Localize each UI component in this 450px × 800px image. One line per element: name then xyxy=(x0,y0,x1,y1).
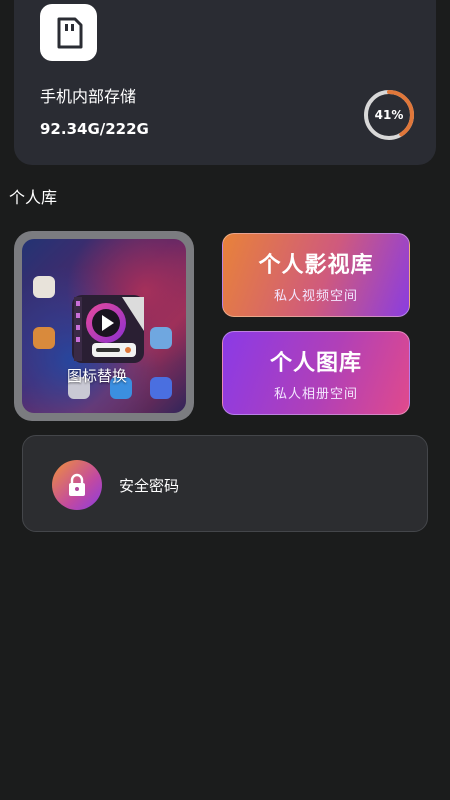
phone-wallpaper-preview: 图标替换 xyxy=(22,239,186,413)
video-library-title: 个人影视库 xyxy=(258,252,374,278)
storage-card[interactable]: 手机内部存储 92.34G/222G 41% xyxy=(14,0,436,165)
icon-replace-card[interactable]: 图标替换 xyxy=(14,231,194,421)
lock-badge xyxy=(52,460,102,510)
storage-title: 手机内部存储 xyxy=(40,87,137,106)
video-library-subtitle: 私人视频空间 xyxy=(273,288,358,304)
mini-app-icon xyxy=(150,327,172,349)
storage-percent: 41% xyxy=(374,108,404,122)
gallery-button[interactable]: 个人图库 私人相册空间 xyxy=(222,331,410,415)
storage-size-value: 92.34G/222G xyxy=(40,120,149,138)
mini-app-icon xyxy=(33,327,55,349)
mini-app-icon xyxy=(33,276,55,298)
storage-icon-box xyxy=(40,4,97,61)
section-title-personal-library: 个人库 xyxy=(9,188,58,207)
sd-card-icon xyxy=(57,17,82,48)
gallery-subtitle: 私人相册空间 xyxy=(273,386,358,402)
app-screen: 手机内部存储 92.34G/222G 41% 个人库 图标替换 个人影视库 私人… xyxy=(0,0,450,800)
gallery-title: 个人图库 xyxy=(269,350,362,376)
security-password-row[interactable]: 安全密码 xyxy=(22,435,428,532)
security-password-label: 安全密码 xyxy=(119,477,180,495)
video-library-button[interactable]: 个人影视库 私人视频空间 xyxy=(222,233,410,317)
lock-icon xyxy=(69,473,85,496)
icon-replace-label: 图标替换 xyxy=(66,367,127,385)
video-player-app-icon xyxy=(72,295,144,363)
